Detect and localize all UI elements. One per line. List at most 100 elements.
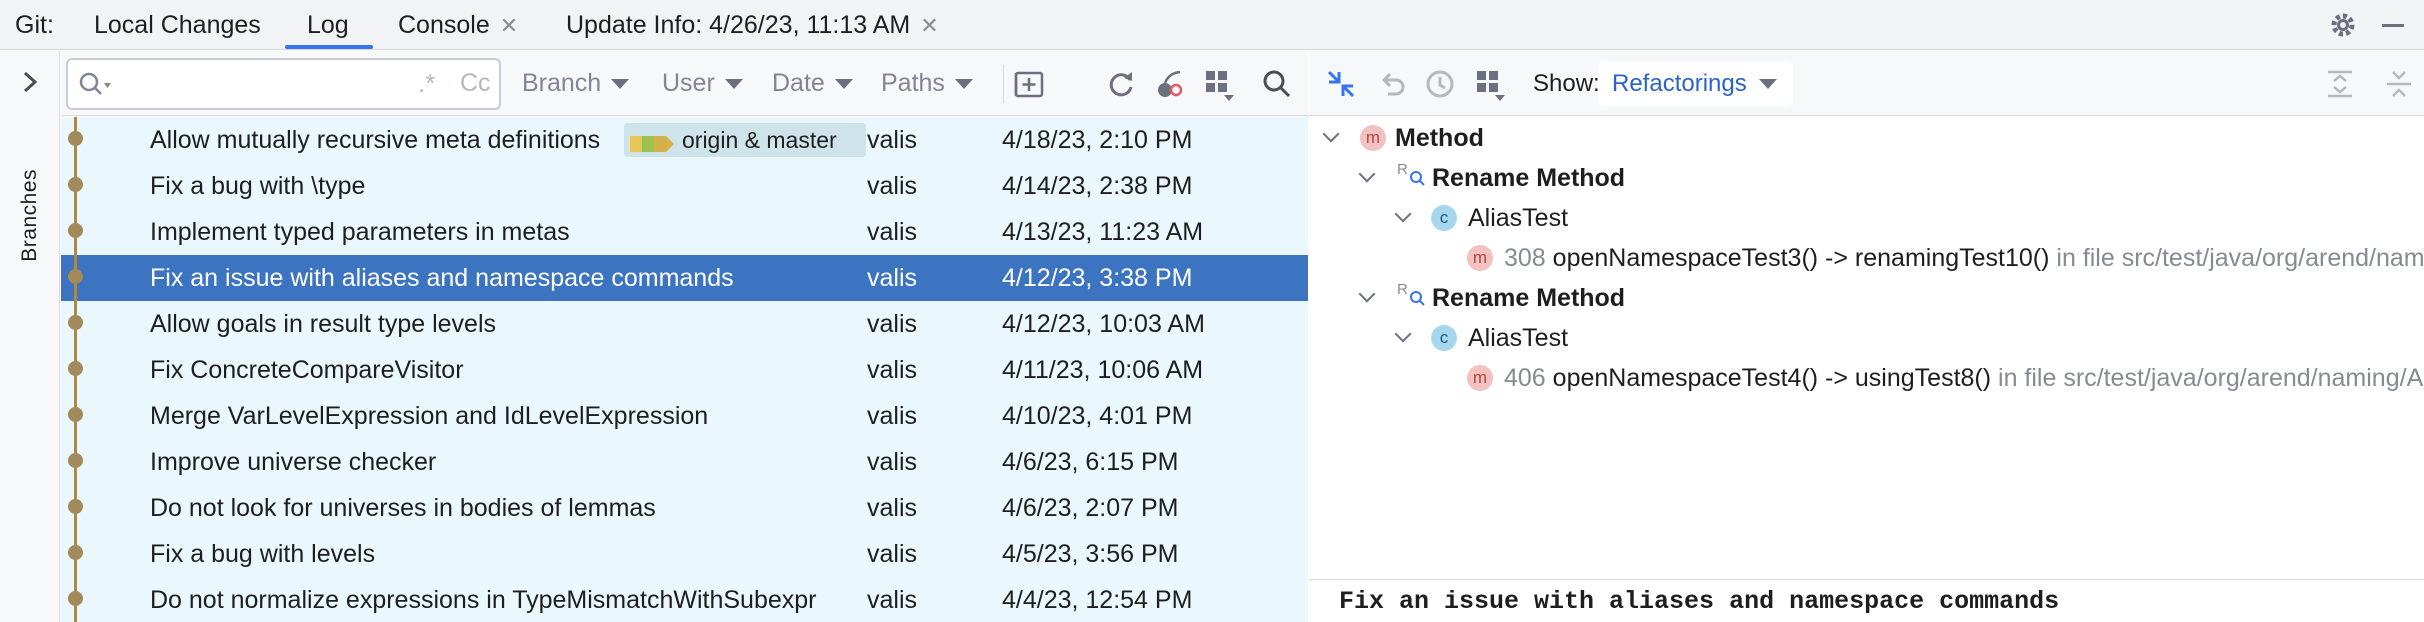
commit-row[interactable]: Fix ConcreteCompareVisitor valis 4/11/23…: [61, 347, 1308, 393]
filter-date[interactable]: Date: [772, 51, 853, 116]
filter-user-label: User: [662, 69, 715, 97]
commit-date: 4/14/23, 2:38 PM: [1002, 172, 1193, 200]
close-icon[interactable]: ✕: [500, 13, 518, 38]
commit-list[interactable]: Allow mutually recursive meta definition…: [61, 117, 1308, 622]
refactoring-icon: R: [1397, 278, 1427, 320]
minimize-icon[interactable]: [2378, 10, 2408, 40]
tab-console[interactable]: Console ✕: [398, 0, 518, 50]
chevron-down-icon[interactable]: [1394, 205, 1412, 223]
commit-author: valis: [867, 310, 918, 338]
view-options-icon[interactable]: [1203, 68, 1235, 101]
commit-row[interactable]: Fix a bug with \type valis 4/14/23, 2:38…: [61, 163, 1308, 209]
tab-update-info-label: Update Info: 4/26/23, 11:13 AM: [566, 11, 911, 39]
commit-row[interactable]: Do not normalize expressions in TypeMism…: [61, 577, 1308, 622]
commit-date: 4/5/23, 3:56 PM: [1002, 540, 1179, 568]
group-by-icon[interactable]: [1474, 68, 1506, 101]
commit-subject: Allow mutually recursive meta definition…: [150, 126, 601, 154]
commit-row[interactable]: Merge VarLevelExpression and IdLevelExpr…: [61, 393, 1308, 439]
collapse-arrows-icon[interactable]: [1325, 68, 1357, 100]
tab-log[interactable]: Log: [307, 0, 349, 50]
new-tab-icon[interactable]: [1013, 68, 1045, 100]
match-case-icon[interactable]: Cc: [460, 69, 491, 98]
search-icon[interactable]: [1261, 68, 1293, 100]
chevron-down-icon: [1759, 79, 1777, 89]
chevron-down-icon[interactable]: [1358, 165, 1376, 183]
commit-author: valis: [867, 172, 918, 200]
close-icon[interactable]: ✕: [920, 13, 938, 38]
commit-row[interactable]: Fix a bug with levels valis 4/5/23, 3:56…: [61, 531, 1308, 577]
undo-icon[interactable]: [1376, 68, 1408, 100]
chevron-down-icon[interactable]: [1394, 325, 1412, 343]
commit-subject: Do not look for universes in bodies of l…: [150, 494, 656, 522]
tree-node-class[interactable]: c AliasTest: [1309, 198, 2424, 238]
commit-subject: Improve universe checker: [150, 448, 437, 476]
commit-subject: Fix a bug with \type: [150, 172, 366, 200]
commit-row[interactable]: Do not look for universes in bodies of l…: [61, 485, 1308, 531]
branch-ref-label[interactable]: origin & master: [624, 123, 866, 157]
line-number: 308: [1504, 244, 1546, 272]
cherry-pick-icon[interactable]: [1154, 68, 1186, 100]
commit-row[interactable]: Allow mutually recursive meta definition…: [61, 117, 1308, 163]
commit-row-selected[interactable]: Fix an issue with aliases and namespace …: [61, 255, 1308, 301]
commit-date: 4/12/23, 3:38 PM: [1002, 264, 1193, 292]
chevron-down-icon: [834, 79, 853, 90]
commit-row[interactable]: Implement typed parameters in metas vali…: [61, 209, 1308, 255]
svg-text:R: R: [1397, 161, 1408, 178]
refactorings-tree[interactable]: m Method R Rename Method c AliasTest m 3…: [1309, 117, 2424, 577]
tree-node-label: Rename Method: [1432, 164, 1626, 192]
tool-window-tabbar: Git: Local Changes Log Console ✕ Update I…: [0, 0, 2424, 50]
search-input[interactable]: .* Cc: [66, 58, 501, 110]
file-path: in file src/test/java/org/arend/naming/A…: [1998, 364, 2424, 392]
commit-row[interactable]: Allow goals in result type levels valis …: [61, 301, 1308, 347]
expand-all-icon[interactable]: [2324, 68, 2356, 100]
gear-icon[interactable]: [2328, 10, 2358, 40]
collapse-all-icon[interactable]: [2383, 68, 2415, 100]
commit-subject: Allow goals in result type levels: [150, 310, 496, 338]
commit-subject: Fix a bug with levels: [150, 540, 376, 568]
commit-details-panel: Show: Refactorings m Method R Rename Met…: [1309, 51, 2424, 622]
tree-node-label: AliasTest: [1468, 204, 1569, 232]
tree-node-change[interactable]: m 406 openNamespaceTest4() -> usingTest8…: [1309, 358, 2424, 398]
branch-ref-text: origin & master: [682, 127, 837, 153]
regex-icon[interactable]: .*: [418, 68, 435, 99]
chevron-down-icon[interactable]: [1322, 125, 1340, 143]
filter-paths[interactable]: Paths: [881, 51, 973, 116]
tree-node-class[interactable]: c AliasTest: [1309, 318, 2424, 358]
commit-date: 4/6/23, 2:07 PM: [1002, 494, 1179, 522]
commit-date: 4/6/23, 6:15 PM: [1002, 448, 1179, 476]
log-toolbar: .* Cc Branch User Date Paths: [61, 51, 1308, 116]
commit-author: valis: [867, 264, 918, 292]
tab-local-changes[interactable]: Local Changes: [94, 0, 261, 50]
log-panel: .* Cc Branch User Date Paths Allow mutua…: [61, 51, 1308, 622]
tree-node-label: Method: [1395, 124, 1484, 152]
commit-author: valis: [867, 126, 918, 154]
commit-date: 4/18/23, 2:10 PM: [1002, 126, 1193, 154]
tree-node-change[interactable]: m 308 openNamespaceTest3() -> renamingTe…: [1309, 238, 2424, 278]
show-dropdown-value: Refactorings: [1612, 70, 1747, 97]
show-dropdown[interactable]: Refactorings: [1598, 62, 1793, 106]
method-icon: m: [1360, 125, 1386, 151]
branch-tag-icon: [630, 130, 678, 164]
commit-author: valis: [867, 586, 918, 614]
graph-branch-line: [74, 117, 77, 622]
commit-row[interactable]: Improve universe checker valis 4/6/23, 6…: [61, 439, 1308, 485]
commit-author: valis: [867, 494, 918, 522]
history-icon[interactable]: [1424, 68, 1456, 100]
tree-node-label: AliasTest: [1468, 324, 1569, 352]
tree-node-rename-method[interactable]: R Rename Method: [1309, 278, 2424, 318]
rename-text: openNamespaceTest3() -> renamingTest10(): [1552, 244, 2050, 272]
method-icon: m: [1467, 245, 1493, 271]
commit-author: valis: [867, 448, 918, 476]
branches-label[interactable]: Branches: [18, 169, 42, 262]
tree-node-rename-method[interactable]: R Rename Method: [1309, 158, 2424, 198]
commit-subject: Fix ConcreteCompareVisitor: [150, 356, 464, 384]
filter-user[interactable]: User: [662, 51, 743, 116]
expand-branches-icon[interactable]: [17, 69, 43, 102]
refresh-icon[interactable]: [1105, 68, 1137, 100]
class-icon: c: [1431, 325, 1457, 351]
commit-date: 4/4/23, 12:54 PM: [1002, 586, 1193, 614]
tree-node-method[interactable]: m Method: [1309, 118, 2424, 158]
tab-update-info[interactable]: Update Info: 4/26/23, 11:13 AM ✕: [566, 0, 939, 50]
chevron-down-icon[interactable]: [1358, 285, 1376, 303]
filter-branch[interactable]: Branch: [522, 51, 630, 116]
